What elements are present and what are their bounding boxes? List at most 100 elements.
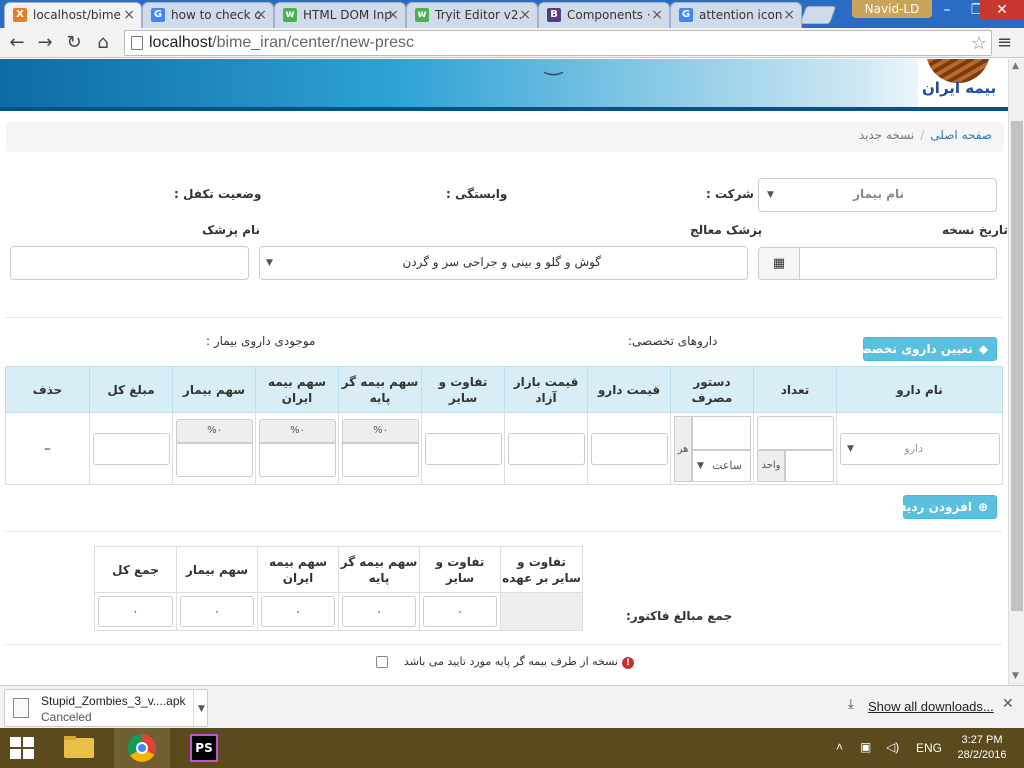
dosage-input[interactable] xyxy=(692,416,751,450)
w3schools-icon: w xyxy=(415,8,429,22)
drug-table-header: نام دارو تعداد دستور مصرف قیمت دارو قیمت… xyxy=(5,366,1003,413)
doctor-name-input[interactable] xyxy=(10,246,249,280)
approval-checkbox[interactable] xyxy=(376,656,388,668)
table-cell: ۰ xyxy=(94,592,177,631)
grand-total-input[interactable]: ۰ xyxy=(98,596,173,627)
market-price-cell xyxy=(504,412,588,485)
browser-tab[interactable]: X localhost/bime × xyxy=(4,2,142,28)
total-amount-input[interactable] xyxy=(93,433,170,465)
dosage-cell: هر ساعت ▼ xyxy=(670,412,754,485)
patient-select-text: نام بیمار xyxy=(853,187,904,201)
add-row-button-label: افزودن ردیف xyxy=(892,500,972,514)
chevron-down-icon[interactable]: ▼ xyxy=(193,690,209,728)
total-amount-cell xyxy=(89,412,173,485)
browser-tab[interactable]: G attention icon × xyxy=(670,2,802,28)
back-icon[interactable]: ← xyxy=(6,32,28,54)
column-header: نام دارو xyxy=(836,366,1003,413)
patient-select[interactable]: نام بیمار ▼ xyxy=(758,178,997,212)
browser-tab[interactable]: B Components · × xyxy=(538,2,670,28)
patient-share-input[interactable] xyxy=(176,443,253,477)
column-header: تفاوت و سایر xyxy=(419,546,501,593)
close-icon[interactable]: × xyxy=(783,3,795,27)
scroll-down-icon[interactable]: ▼ xyxy=(1012,671,1019,681)
minimize-icon[interactable]: – xyxy=(932,0,962,20)
divider xyxy=(5,317,1002,318)
iran-insurance-total-input[interactable]: ۰ xyxy=(261,596,335,627)
iran-insurance-share-input[interactable] xyxy=(259,443,336,477)
forward-icon[interactable]: → xyxy=(34,32,56,54)
base-insurer-total-input[interactable]: ۰ xyxy=(342,596,416,627)
breadcrumb-home[interactable]: صفحه اصلی xyxy=(930,128,992,142)
approval-row: ! نسخه از طرف بیمه گر پایه مورد تایید می … xyxy=(376,655,634,671)
quantity-input[interactable] xyxy=(757,416,834,450)
column-header: سهم بیمه گر پایه xyxy=(338,366,422,413)
volume-icon[interactable]: ◁) xyxy=(886,740,899,754)
patient-total-input[interactable]: ۰ xyxy=(180,596,254,627)
difference-total-input[interactable]: ۰ xyxy=(423,596,497,627)
column-header: سهم بیمار xyxy=(172,366,256,413)
browser-tab[interactable]: w HTML DOM Inp × xyxy=(274,2,406,28)
table-cell: ۰ xyxy=(419,592,501,631)
drug-select[interactable]: دارو ▼ xyxy=(840,433,1000,465)
difference-input[interactable] xyxy=(425,433,502,465)
window-close-icon[interactable]: ✕ xyxy=(980,0,1024,20)
tab-title: attention icon xyxy=(699,8,783,22)
chrome-icon[interactable] xyxy=(114,728,170,768)
close-icon[interactable]: × xyxy=(519,3,531,27)
system-clock[interactable]: 3:27 PM 28/2/2016 xyxy=(954,733,1010,763)
percent-addon: %۰ xyxy=(342,419,419,443)
browser-tab[interactable]: w Tryit Editor v2. × xyxy=(406,2,538,28)
browser-tab[interactable]: G how to check c × xyxy=(142,2,274,28)
tab-title: HTML DOM Inp xyxy=(303,8,392,22)
close-icon[interactable]: × xyxy=(651,3,663,27)
unit-addon: واحد xyxy=(757,450,785,482)
column-header: دستور مصرف xyxy=(670,366,754,413)
drug-price-input[interactable] xyxy=(591,433,668,465)
site-logo[interactable]: بیمه ایران xyxy=(918,59,1000,107)
plus-circle-icon: ⊕ xyxy=(977,500,988,514)
patient-share-cell: %۰ xyxy=(172,412,256,485)
unit-input[interactable] xyxy=(785,450,834,482)
close-icon[interactable]: × xyxy=(255,3,267,27)
reload-icon[interactable]: ↻ xyxy=(63,32,85,54)
special-drugs-button[interactable]: ◆ تعیین داروی تخصصی xyxy=(848,337,997,361)
scroll-up-icon[interactable]: ▲ xyxy=(1012,61,1019,71)
delete-row-button[interactable]: – xyxy=(44,441,51,457)
download-item[interactable]: Stupid_Zombies_3_v....apk Canceled ▼ xyxy=(4,689,209,728)
base-insurer-share-input[interactable] xyxy=(342,443,419,477)
hour-select[interactable]: ساعت ▼ xyxy=(692,450,751,482)
close-icon[interactable]: × xyxy=(123,3,135,27)
tab-title: how to check c xyxy=(171,8,261,22)
user-badge[interactable]: Navid-LD xyxy=(852,0,932,18)
add-row-button[interactable]: ⊕ افزودن ردیف xyxy=(893,495,997,519)
scrollbar-thumb[interactable] xyxy=(1011,121,1023,611)
xampp-icon: X xyxy=(13,8,27,22)
address-bar[interactable]: localhost/bime_iran/center/new-presc ☆ xyxy=(124,30,992,56)
close-icon[interactable]: ✕ xyxy=(1002,696,1014,712)
menu-icon[interactable]: ≡ xyxy=(997,32,1012,53)
close-icon[interactable]: × xyxy=(387,3,399,27)
page-scrollbar[interactable]: ▲ ▼ xyxy=(1008,59,1024,685)
column-header: تفاوت و سایر xyxy=(421,366,505,413)
home-icon[interactable]: ⌂ xyxy=(92,32,114,54)
windows-start-icon[interactable] xyxy=(10,737,34,759)
language-indicator[interactable]: ENG xyxy=(916,741,942,755)
file-explorer-icon[interactable] xyxy=(52,728,108,768)
page-viewport: ⁀ ‿ ⁀ بیمه ایران صفحه اصلی / نسخه جدید نام… xyxy=(0,59,1008,685)
column-header: تعداد xyxy=(753,366,837,413)
breadcrumb: صفحه اصلی / نسخه جدید xyxy=(6,122,1004,152)
network-icon[interactable]: ▣ xyxy=(860,740,871,754)
physician-select[interactable]: گوش و گلو و بینی و جراحی سر و گردن ▼ xyxy=(259,246,748,280)
browser-toolbar: ← → ↻ ⌂ localhost/bime_iran/center/new-p… xyxy=(0,28,1024,58)
market-price-input[interactable] xyxy=(508,433,585,465)
difference-cell xyxy=(421,412,505,485)
column-header: تفاوت و سایر بر عهده xyxy=(500,546,583,593)
rx-date-input[interactable] xyxy=(799,247,997,280)
calendar-icon[interactable]: ▦ xyxy=(758,247,800,280)
download-file-name: Stupid_Zombies_3_v....apk xyxy=(41,694,186,708)
new-tab-button[interactable] xyxy=(799,6,837,24)
chevron-up-icon[interactable]: ˄ xyxy=(836,740,843,754)
phpstorm-icon[interactable]: PS xyxy=(176,728,232,768)
bookmark-star-icon[interactable]: ☆ xyxy=(971,31,987,55)
show-all-downloads-link[interactable]: Show all downloads... xyxy=(868,699,994,714)
